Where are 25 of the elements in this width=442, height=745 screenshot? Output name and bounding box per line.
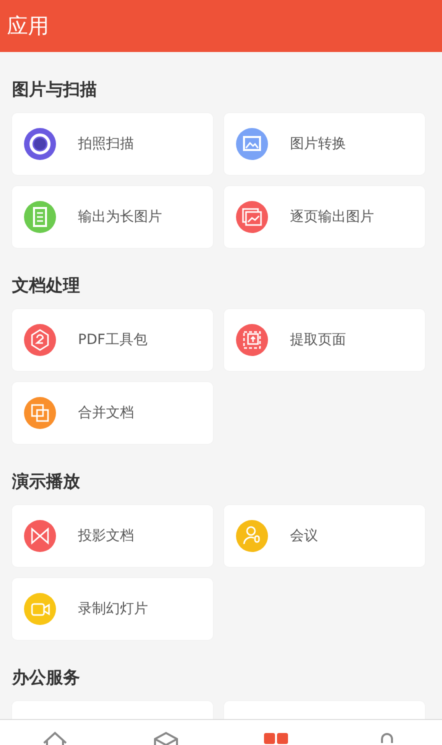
- tool-label: 录制幻灯片: [78, 600, 148, 618]
- tool-label: 投影文档: [78, 527, 134, 545]
- tool-label: 逐页输出图片: [290, 208, 374, 226]
- section-title: 文档处理: [12, 275, 81, 298]
- tool-label: 输出为长图片: [78, 208, 162, 226]
- header-title: 应用: [7, 13, 49, 40]
- tool-card[interactable]: 录制幻灯片: [12, 578, 213, 640]
- tool-card[interactable]: 拍照扫描: [12, 113, 213, 175]
- tool-card[interactable]: 逐页输出图片: [224, 186, 425, 248]
- tool-label: PDF工具包: [78, 331, 148, 349]
- section-title: 图片与扫描: [12, 79, 98, 102]
- tool-card[interactable]: 提取页面: [224, 309, 425, 371]
- tool-label: 拍照扫描: [78, 135, 134, 153]
- tool-card[interactable]: 投影文档: [12, 505, 213, 567]
- tool-label: 合并文档: [78, 404, 134, 422]
- tool-card[interactable]: 会议: [224, 505, 425, 567]
- tool-card[interactable]: 输出为长图片: [12, 186, 213, 248]
- tool-card[interactable]: 合并文档: [12, 382, 213, 444]
- tool-label: 提取页面: [290, 331, 346, 349]
- tool-label: 图片转换: [290, 135, 346, 153]
- tool-card[interactable]: PDF工具包: [12, 309, 213, 371]
- tool-card[interactable]: 图片转换: [224, 113, 425, 175]
- section-title: 办公服务: [12, 667, 81, 690]
- tool-label: 会议: [290, 527, 318, 545]
- section-title: 演示播放: [12, 471, 81, 494]
